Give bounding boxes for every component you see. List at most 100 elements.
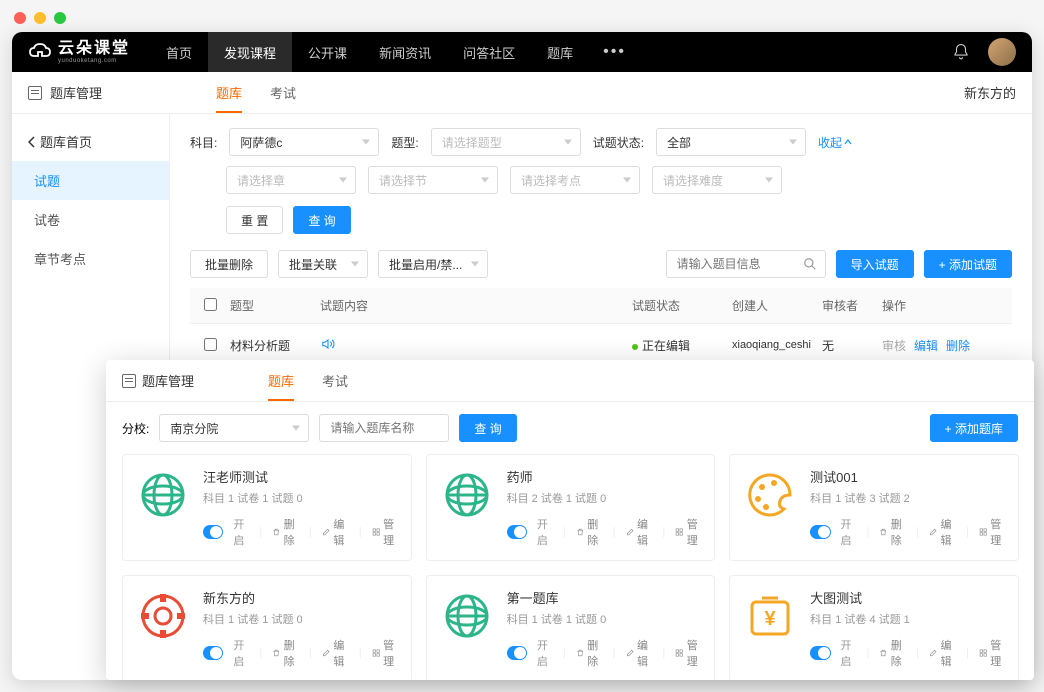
subject-select[interactable]: 阿萨德c (229, 128, 379, 156)
point-select[interactable]: 请选择考点 (510, 166, 640, 194)
sub-tab-0[interactable]: 题库 (202, 72, 256, 113)
grid-icon (675, 526, 683, 538)
w2-tab-0[interactable]: 题库 (254, 360, 308, 401)
card-title: 测试001 (810, 467, 1006, 486)
minimize-dot[interactable] (34, 12, 46, 24)
audio-icon (320, 337, 336, 351)
chevron-up-icon (844, 139, 852, 145)
card-manage[interactable]: 管理 (675, 516, 702, 548)
toggle-on[interactable] (203, 525, 223, 539)
review-link[interactable]: 审核 (882, 339, 906, 353)
search-button[interactable]: 查 询 (293, 206, 350, 234)
toggle-on[interactable] (507, 646, 527, 660)
bank-name-input[interactable] (319, 414, 449, 442)
cell-reviewer: 无 (822, 337, 882, 354)
card-meta: 科目 1 试卷 1 试题 0 (507, 611, 703, 627)
card-edit[interactable]: 编辑 (626, 637, 653, 669)
toggle-on[interactable] (203, 646, 223, 660)
card-manage[interactable]: 管理 (979, 637, 1006, 669)
card-delete[interactable]: 删除 (576, 516, 603, 548)
grid-icon (372, 647, 380, 659)
card-delete[interactable]: 删除 (879, 516, 906, 548)
row-checkbox[interactable] (204, 338, 217, 351)
nav-item-4[interactable]: 问答社区 (447, 32, 531, 72)
card-edit[interactable]: 编辑 (322, 637, 349, 669)
cell-status: 正在编辑 (632, 337, 732, 354)
card-delete[interactable]: 删除 (272, 516, 299, 548)
card-edit[interactable]: 编辑 (322, 516, 349, 548)
card-edit[interactable]: 编辑 (929, 637, 956, 669)
status-select[interactable]: 全部 (656, 128, 806, 156)
toggle-on[interactable] (810, 646, 830, 660)
card-delete[interactable]: 删除 (576, 637, 603, 669)
nav-item-1[interactable]: 发现课程 (208, 32, 292, 72)
w2-title-text: 题库管理 (142, 371, 194, 390)
sidebar-item-2[interactable]: 章节考点 (12, 239, 169, 278)
bell-icon[interactable] (952, 43, 970, 61)
card-title: 新东方的 (203, 588, 399, 607)
org-name: 新东方的 (964, 83, 1016, 102)
nav-item-3[interactable]: 新闻资讯 (363, 32, 447, 72)
card-meta: 科目 2 试卷 1 试题 0 (507, 490, 703, 506)
card-icon (135, 588, 191, 644)
card-edit[interactable]: 编辑 (626, 516, 653, 548)
card-meta: 科目 1 试卷 3 试题 2 (810, 490, 1006, 506)
close-dot[interactable] (14, 12, 26, 24)
card-delete[interactable]: 删除 (879, 637, 906, 669)
batch-toggle-select[interactable]: 批量启用/禁... (378, 250, 488, 278)
card-manage[interactable]: 管理 (372, 637, 399, 669)
chapter-select[interactable]: 请选择章 (226, 166, 356, 194)
chevron-left-icon (28, 136, 36, 148)
nav-more-icon[interactable]: ••• (589, 43, 640, 61)
th-status: 试题状态 (632, 297, 732, 314)
toggle-label: 开启 (841, 516, 857, 548)
trash-icon (576, 526, 584, 538)
w2-tab-1[interactable]: 考试 (308, 360, 362, 401)
nav-item-5[interactable]: 题库 (531, 32, 589, 72)
search-input[interactable] (677, 257, 797, 271)
card-meta: 科目 1 试卷 1 试题 0 (203, 490, 399, 506)
toggle-on[interactable] (810, 525, 830, 539)
th-creator: 创建人 (732, 297, 822, 314)
trash-icon (272, 647, 280, 659)
edit-link[interactable]: 编辑 (914, 339, 938, 353)
secondary-window: 题库管理 题库考试 分校: 南京分院 查 询 + 添加题库 汪老师测试科目 1 … (106, 360, 1034, 680)
search-icon[interactable] (803, 257, 817, 271)
grid-icon (979, 647, 987, 659)
collapse-link[interactable]: 收起 (818, 134, 852, 151)
maximize-dot[interactable] (54, 12, 66, 24)
reset-button[interactable]: 重 置 (226, 206, 283, 234)
import-button[interactable]: 导入试题 (836, 250, 914, 278)
difficulty-select[interactable]: 请选择难度 (652, 166, 782, 194)
select-all-checkbox[interactable] (204, 298, 217, 311)
toggle-on[interactable] (507, 525, 527, 539)
sidebar-item-1[interactable]: 试卷 (12, 200, 169, 239)
delete-link[interactable]: 删除 (946, 339, 970, 353)
sub-tab-1[interactable]: 考试 (256, 72, 310, 113)
card-title: 药师 (507, 467, 703, 486)
section-select[interactable]: 请选择节 (368, 166, 498, 194)
sidebar-item-0[interactable]: 试题 (12, 161, 169, 200)
nav-item-2[interactable]: 公开课 (292, 32, 363, 72)
grid-icon (372, 526, 380, 538)
branch-select[interactable]: 南京分院 (159, 414, 309, 442)
cell-content (320, 337, 632, 354)
bank-card: 第一题库科目 1 试卷 1 试题 0开启|删除|编辑|管理 (426, 575, 716, 680)
card-manage[interactable]: 管理 (372, 516, 399, 548)
batch-relate-select[interactable]: 批量关联 (278, 250, 368, 278)
add-bank-button[interactable]: + 添加题库 (930, 414, 1018, 442)
sidebar-back[interactable]: 题库首页 (12, 122, 169, 161)
logo[interactable]: 云朵课堂 yunduoketang.com (28, 41, 130, 64)
card-manage[interactable]: 管理 (979, 516, 1006, 548)
nav-item-0[interactable]: 首页 (150, 32, 208, 72)
batch-delete-button[interactable]: 批量删除 (190, 250, 268, 278)
edit-icon (322, 647, 330, 659)
type-select[interactable]: 请选择题型 (431, 128, 581, 156)
add-question-button[interactable]: + 添加试题 (924, 250, 1012, 278)
card-manage[interactable]: 管理 (675, 637, 702, 669)
card-edit[interactable]: 编辑 (929, 516, 956, 548)
avatar[interactable] (988, 38, 1016, 66)
card-delete[interactable]: 删除 (272, 637, 299, 669)
card-icon (742, 467, 798, 523)
w2-search-button[interactable]: 查 询 (459, 414, 516, 442)
